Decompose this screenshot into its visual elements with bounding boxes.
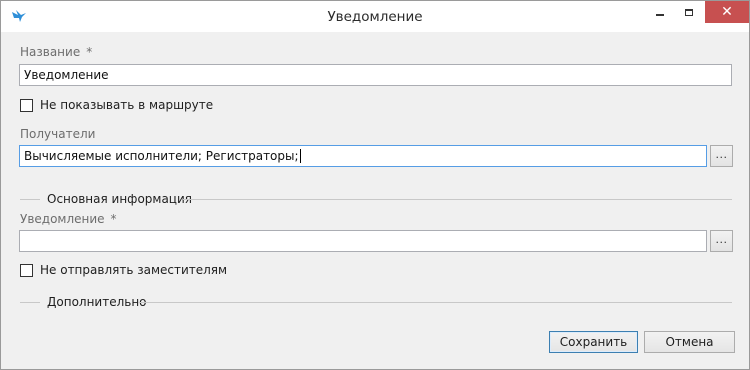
divider	[183, 199, 732, 200]
required-mark: *	[86, 45, 93, 59]
cancel-button[interactable]: Отмена	[644, 331, 735, 353]
main-info-section-header: Основная информация	[20, 192, 732, 206]
close-button[interactable]: ✕	[705, 1, 749, 23]
recipients-browse-button[interactable]: ...	[710, 145, 733, 167]
maximize-button[interactable]	[675, 1, 703, 23]
minimize-button[interactable]	[646, 1, 674, 23]
notification-browse-button[interactable]: ...	[710, 230, 733, 252]
save-button[interactable]: Сохранить	[549, 331, 638, 353]
name-label: Название	[20, 45, 81, 59]
ellipsis-icon: ...	[715, 148, 728, 161]
divider	[138, 302, 732, 303]
no-deputies-checkbox[interactable]	[20, 263, 33, 277]
notification-label: Уведомление	[20, 212, 105, 226]
recipients-input[interactable]: Вычисляемые исполнители; Регистраторы;	[19, 145, 707, 167]
no-deputies-label: Не отправлять заместителям	[40, 263, 228, 277]
close-icon: ✕	[721, 4, 733, 20]
hide-in-route-row[interactable]: Не показывать в маршруте	[20, 98, 213, 112]
recipients-value: Вычисляемые исполнители; Регистраторы;	[24, 149, 299, 163]
hide-in-route-checkbox[interactable]	[20, 98, 33, 112]
additional-title: Дополнительно	[47, 295, 147, 309]
maximize-icon	[685, 8, 693, 16]
text-caret	[299, 149, 301, 163]
ellipsis-icon: ...	[715, 233, 728, 246]
window-title: Уведомление	[327, 9, 423, 25]
notification-input[interactable]	[19, 230, 707, 252]
recipients-label: Получатели	[20, 127, 96, 141]
main-info-title: Основная информация	[47, 192, 192, 206]
no-deputies-row[interactable]: Не отправлять заместителям	[20, 263, 227, 277]
notification-label-row: Уведомление *	[20, 212, 117, 226]
divider	[20, 302, 40, 303]
divider	[20, 199, 40, 200]
name-label-row: Название *	[20, 45, 92, 59]
title-bar: Уведомление ✕	[1, 1, 749, 32]
minimize-icon	[656, 14, 664, 16]
hide-in-route-label: Не показывать в маршруте	[40, 98, 214, 112]
required-mark: *	[110, 212, 117, 226]
name-input[interactable]: Уведомление	[19, 64, 732, 86]
additional-section-header: Дополнительно	[20, 295, 732, 309]
dialog-window: Уведомление ✕ Название * Уведомление Не п…	[0, 0, 750, 370]
